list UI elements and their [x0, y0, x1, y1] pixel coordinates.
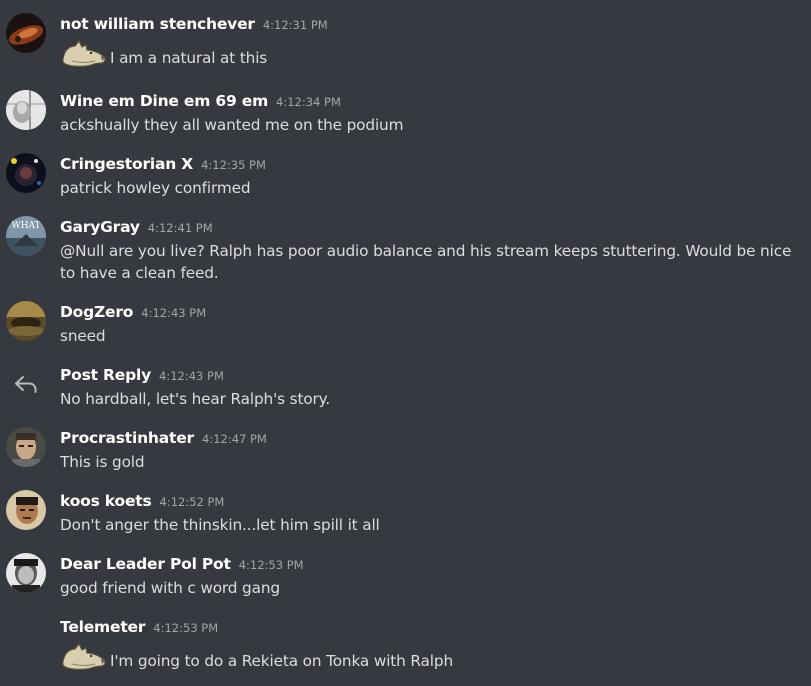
timestamp: 4:12:52 PM [159, 495, 225, 509]
avatar-image [6, 153, 46, 193]
avatar-image: WHAT [6, 216, 46, 256]
avatar-image [6, 13, 46, 53]
avatar[interactable] [6, 490, 46, 530]
timestamp: 4:12:31 PM [262, 18, 328, 32]
username[interactable]: Telemeter [60, 618, 145, 636]
avatar-image [6, 490, 46, 530]
timestamp: 4:12:53 PM [153, 621, 219, 635]
message-header: Post Reply 4:12:43 PM [60, 366, 224, 385]
avatar-image [6, 90, 46, 130]
avatar-image [6, 553, 46, 593]
message-text: This is gold [60, 453, 145, 471]
username[interactable]: Procrastinhater [60, 429, 194, 447]
timestamp: 4:12:43 PM [159, 369, 224, 383]
avatar[interactable]: WHAT [6, 216, 46, 256]
avatar[interactable] [6, 153, 46, 193]
avatar[interactable] [6, 90, 46, 130]
message-content: I am a natural at this [60, 37, 267, 69]
avatar[interactable] [6, 301, 46, 341]
timestamp: 4:12:53 PM [238, 558, 304, 572]
message-header: Dear Leader Pol Pot 4:12:53 PM [60, 555, 304, 574]
message-header: not william stenchever 4:12:31 PM [60, 15, 328, 34]
message-text: I'm going to do a Rekieta on Tonka with … [110, 652, 453, 670]
message-text: sneed [60, 327, 106, 345]
doge-emote[interactable] [60, 640, 108, 672]
avatar-image [6, 427, 46, 467]
reply-arrow-icon [15, 376, 37, 393]
message-text: ackshually they all wanted me on the pod… [60, 116, 404, 134]
message-text: patrick howley confirmed [60, 179, 251, 197]
username[interactable]: GaryGray [60, 218, 140, 236]
timestamp: 4:12:35 PM [201, 158, 266, 172]
message-text: good friend with c word gang [60, 579, 280, 597]
username[interactable]: not william stenchever [60, 15, 255, 33]
avatar[interactable] [6, 13, 46, 53]
message-header: Cringestorian X 4:12:35 PM [60, 155, 266, 174]
message-header: Telemeter 4:12:53 PM [60, 618, 218, 637]
timestamp: 4:12:34 PM [276, 95, 341, 109]
username[interactable]: Post Reply [60, 366, 151, 384]
chat-log: not william stenchever 4:12:31 PM I am a … [0, 0, 811, 686]
message-header: GaryGray 4:12:41 PM [60, 218, 213, 237]
doge-emote[interactable] [60, 37, 108, 69]
message-header: koos koets 4:12:52 PM [60, 492, 224, 511]
message-text: @Null are you live? Ralph has poor audio… [60, 242, 792, 282]
timestamp: 4:12:47 PM [202, 432, 267, 446]
message-text: I am a natural at this [110, 49, 268, 67]
username[interactable]: koos koets [60, 492, 152, 510]
timestamp: 4:12:41 PM [147, 221, 213, 235]
message-text: Don't anger the thinskin...let him spill… [60, 516, 380, 534]
avatar-image [6, 301, 46, 341]
message-text: No hardball, let's hear Ralph's story. [60, 390, 331, 408]
avatar[interactable] [6, 553, 46, 593]
timestamp: 4:12:43 PM [141, 306, 207, 320]
avatar-overlay-text: WHAT [11, 221, 40, 231]
message-header: DogZero 4:12:43 PM [60, 303, 206, 322]
avatar[interactable] [6, 427, 46, 467]
message-content: I'm going to do a Rekieta on Tonka with … [60, 640, 453, 672]
message-header: Wine em Dine em 69 em 4:12:34 PM [60, 92, 341, 111]
username[interactable]: Dear Leader Pol Pot [60, 555, 231, 573]
username[interactable]: Wine em Dine em 69 em [60, 92, 268, 110]
username[interactable]: DogZero [60, 303, 133, 321]
username[interactable]: Cringestorian X [60, 155, 193, 173]
message-header: Procrastinhater 4:12:47 PM [60, 429, 267, 448]
